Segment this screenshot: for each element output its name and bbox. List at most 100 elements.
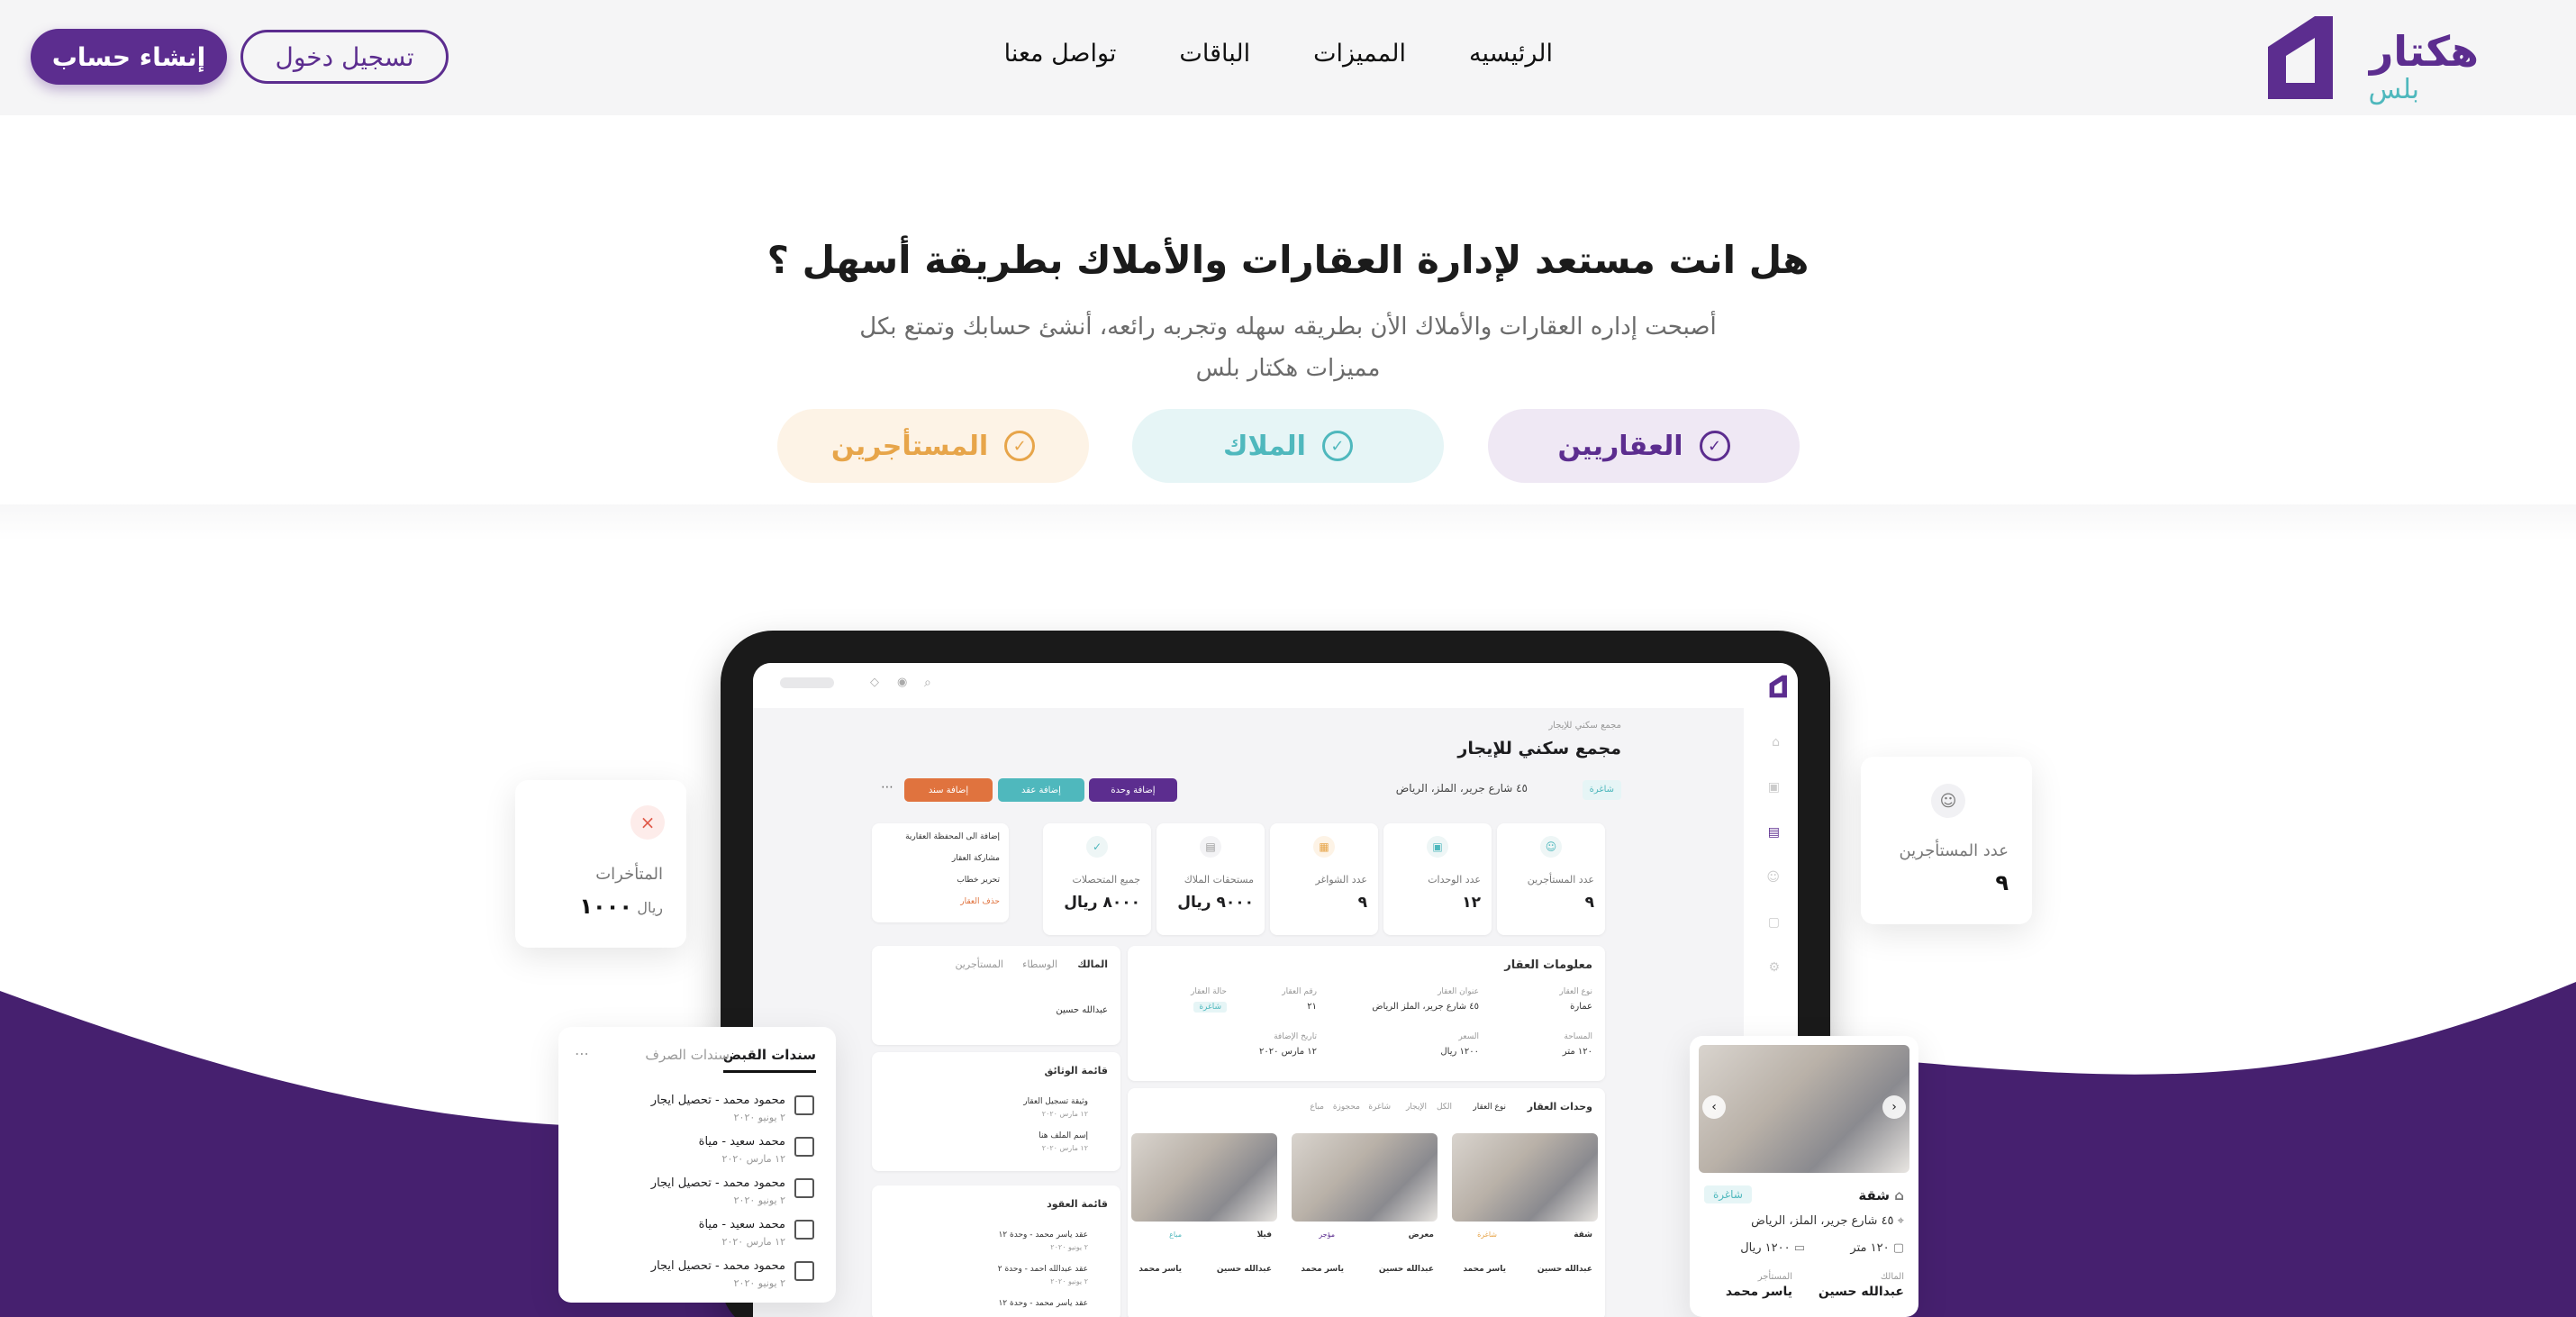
check-icon: ✓ [1086, 836, 1108, 858]
screen-topbar: ⌕ ◉ ◇ [753, 663, 1798, 708]
check-icon: ✓ [1321, 431, 1353, 461]
login-button[interactable]: تسجيل دخول [240, 30, 449, 84]
menu-item[interactable]: تحرير خطاب [957, 876, 1000, 885]
receipt-icon [794, 1261, 814, 1281]
stat-card: ✓ جميع المتحصلات ٨٠٠٠ ريال [1043, 823, 1151, 935]
tenants-count-card: ☺ عدد المستأجرين ٩ [1861, 757, 2032, 924]
menu-item[interactable]: مشاركة العقار [952, 854, 1000, 863]
documents-card: قائمة الوثائق وثيقة تسجيل العقار ١٢ مارس… [872, 1052, 1120, 1171]
add-unit-button[interactable]: إضافة وحدة [1089, 778, 1177, 802]
tenant-label: المستأجر [1757, 1272, 1792, 1282]
check-icon: ✓ [1699, 431, 1730, 461]
info-title: معلومات العقار [1504, 958, 1592, 972]
pill-label: العقاريين [1557, 430, 1683, 462]
tenants-value: ٩ [1995, 870, 2009, 895]
user-avatar[interactable] [780, 677, 834, 688]
units-icon: ▣ [1427, 836, 1448, 858]
receipt-icon [794, 1137, 814, 1157]
unit-photo[interactable] [1699, 1045, 1909, 1173]
pill-label: الملاك [1223, 430, 1306, 462]
owner-name: عبدالله حسين [1056, 1005, 1108, 1015]
unit-photo[interactable] [1452, 1133, 1598, 1222]
tenant-name: ياسر محمد [1725, 1285, 1792, 1299]
audience-pill-brokers[interactable]: ✓ العقاريين [1488, 409, 1800, 483]
users-icon[interactable]: ☺ [1766, 870, 1780, 885]
area-icon: ▢ [1892, 1241, 1904, 1255]
home-icon[interactable]: ⌂ [1772, 735, 1780, 749]
property-actions-menu: إضافة الى المحفظة العقارية مشاركة العقار… [872, 823, 1009, 922]
stat-card: ▣ عدد الوحدات ١٢ [1383, 823, 1492, 935]
arrears-unit: ريال [637, 899, 663, 916]
main-nav: الرئيسيه المميزات الباقات تواصل معنا [1004, 40, 1553, 68]
unit-card: ‹ › ⌂ شقة شاغرة ⌖ ٤٥ شارع جرير، الملز، ا… [1690, 1036, 1918, 1317]
nav-features[interactable]: المميزات [1313, 40, 1406, 68]
menu-item[interactable]: إضافة الى المحفظة العقارية [905, 832, 1000, 841]
screen-title: مجمع سكني للإيجار [1457, 739, 1621, 758]
tenants-label: عدد المستأجرين [1899, 841, 2009, 860]
units-title: وحدات العقار [1527, 1101, 1592, 1113]
check-icon: ✓ [1004, 431, 1036, 461]
status-badge: شاغرة [1582, 780, 1621, 800]
receipt-icon [794, 1220, 814, 1240]
close-icon: × [630, 805, 665, 840]
money-icon: ▤ [1200, 836, 1221, 858]
unit-status-badge: شاغرة [1704, 1185, 1752, 1203]
menu-item-delete[interactable]: حذف العقار [960, 897, 1000, 906]
stat-card: ▦ عدد الشواغر ٩ [1270, 823, 1378, 935]
tab-expenses[interactable]: سندات الصرف [645, 1047, 730, 1063]
more-icon[interactable]: ⋯ [881, 780, 893, 795]
stat-card: ▤ مستحقات الملاك ٩٠٠٠ ريال [1156, 823, 1265, 935]
user-icon: ☺ [1540, 836, 1562, 858]
more-icon[interactable]: ⋯ [575, 1045, 589, 1062]
audience-pill-tenants[interactable]: ✓ المستأجرين [777, 409, 1089, 483]
dashboard-screen: ⌕ ◉ ◇ ⌂ ▣ ▤ ☺ ▢ ⚙ مجمع سكني للإيجار مجمع… [753, 663, 1798, 1317]
brand-logo[interactable]: هكتار بلس [2263, 11, 2479, 106]
location-icon: ⌖ [1897, 1214, 1904, 1228]
receipt-icon [794, 1095, 814, 1115]
tab-owner[interactable]: المالك [1077, 958, 1108, 970]
search-icon[interactable]: ⌕ [924, 676, 931, 690]
unit-photo[interactable] [1292, 1133, 1438, 1222]
tab-brokers[interactable]: الوسطاء [1022, 958, 1057, 970]
property-icon[interactable]: ▤ [1768, 825, 1780, 840]
docs-title: قائمة الوثائق [1044, 1065, 1108, 1076]
building-icon[interactable]: ▣ [1768, 780, 1780, 795]
screen-address: ٤٥ شارع جرير، الملز، الرياض [1395, 782, 1528, 795]
chevron-left-icon[interactable]: ‹ [1702, 1095, 1726, 1119]
vacancy-icon: ▦ [1313, 836, 1335, 858]
contracts-card: قائمة العقود عقد ياسر محمد - وحدة ١٢ ٢ ي… [872, 1185, 1120, 1317]
chevron-right-icon[interactable]: › [1882, 1095, 1906, 1119]
unit-type: ⌂ شقة [1858, 1187, 1904, 1203]
user-icon: ☺ [1931, 784, 1965, 818]
logo-mark-icon [2268, 16, 2333, 99]
receipt-icon [794, 1178, 814, 1198]
owner-name: عبدالله حسين [1818, 1285, 1904, 1299]
wallet-icon[interactable]: ▢ [1768, 915, 1780, 930]
nav-home[interactable]: الرئيسيه [1469, 40, 1553, 68]
site-header: هكتار بلس الرئيسيه المميزات الباقات تواص… [0, 0, 2576, 115]
arrears-label: المتأخرات [595, 865, 663, 884]
audience-pill-owners[interactable]: ✓ الملاك [1132, 409, 1444, 483]
hero-title: هل انت مستعد لإدارة العقارات والأملاك بط… [766, 238, 1810, 282]
add-receipt-button[interactable]: إضافة سند [904, 778, 993, 802]
bell-icon[interactable]: ◇ [870, 676, 879, 689]
signup-button[interactable]: إنشاء حساب [31, 29, 227, 85]
nav-plans[interactable]: الباقات [1179, 40, 1250, 68]
notification-icon[interactable]: ◉ [897, 676, 907, 689]
units-card: وحدات العقار نوع العقار الكل الإيجار شاغ… [1128, 1088, 1605, 1317]
add-contract-button[interactable]: إضافة عقد [998, 778, 1084, 802]
home-icon: ⌂ [1894, 1187, 1904, 1203]
settings-icon[interactable]: ⚙ [1768, 960, 1780, 975]
unit-photo[interactable] [1131, 1133, 1277, 1222]
section-divider [0, 504, 2576, 540]
pill-label: المستأجرين [830, 430, 989, 462]
tab-tenants[interactable]: المستأجرين [955, 958, 1003, 970]
tab-receipts[interactable]: سندات القبض [722, 1047, 816, 1073]
screen-breadcrumb[interactable]: مجمع سكني للإيجار [1548, 721, 1621, 731]
receipts-card: سندات القبض سندات الصرف ⋯ محمود محمد - ت… [558, 1027, 836, 1303]
unit-address: ⌖ ٤٥ شارع جرير، الملز، الرياض [1751, 1214, 1904, 1228]
unit-area: ▢ ١٢٠ متر [1850, 1241, 1904, 1255]
screen-logo-icon [1769, 675, 1787, 698]
nav-contact[interactable]: تواصل معنا [1004, 40, 1117, 68]
arrears-card: × المتأخرات ١٠٠٠ ريال [515, 780, 686, 948]
